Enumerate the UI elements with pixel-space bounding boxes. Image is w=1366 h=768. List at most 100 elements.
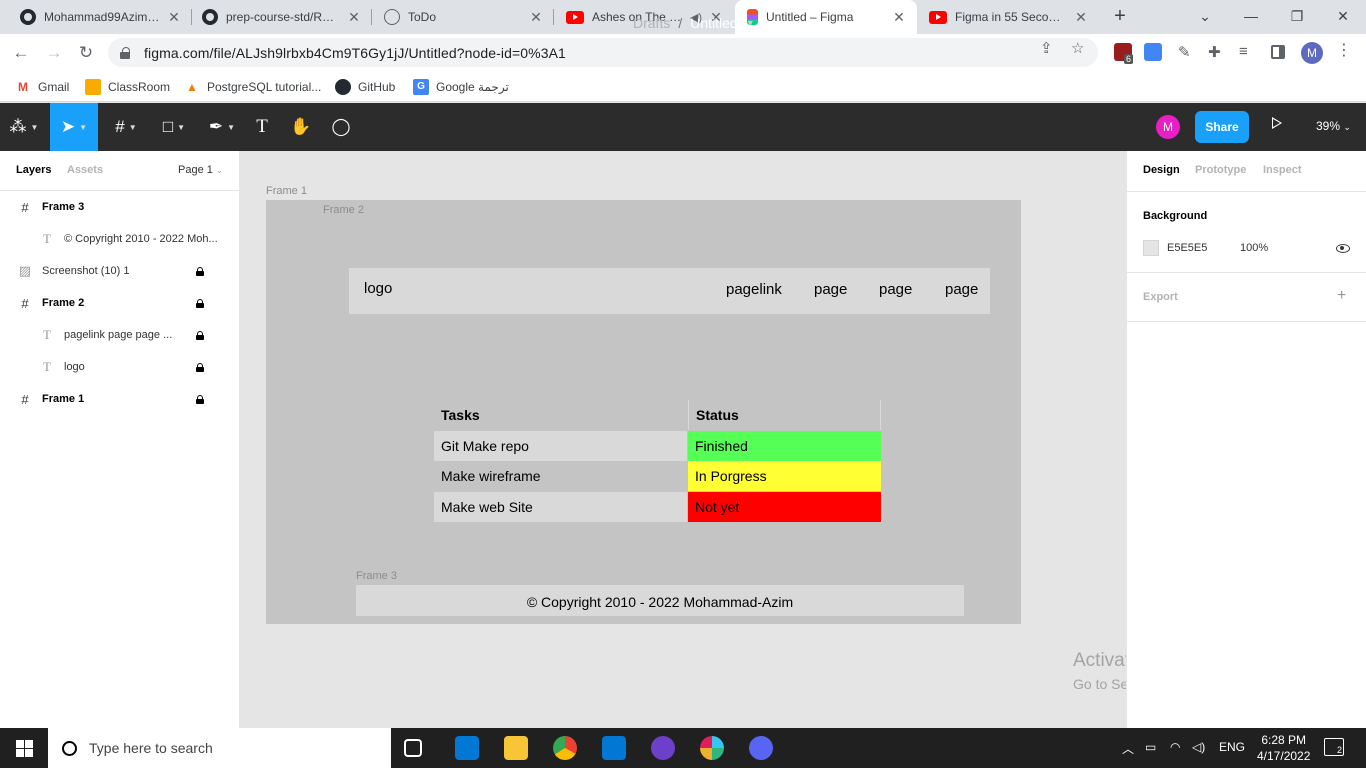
mail-app-icon[interactable] — [455, 736, 479, 760]
browser-tab-6[interactable]: Figma in 55 Seconds ✕ — [917, 0, 1099, 34]
frame-2-navbar[interactable]: logo pagelink page page page — [349, 268, 990, 314]
tab-layers[interactable]: Layers — [16, 164, 51, 176]
lock-icon[interactable] — [196, 298, 204, 308]
windows-start-icon[interactable] — [16, 740, 33, 757]
forward-arrow-icon[interactable]: → — [41, 40, 67, 66]
file-title[interactable]: Untitled — [690, 15, 737, 31]
lock-icon[interactable] — [196, 266, 204, 276]
breadcrumb-drafts[interactable]: Drafts — [633, 15, 670, 31]
browser-tab-3[interactable]: ToDo ✕ — [372, 0, 554, 34]
share-page-icon[interactable]: ⇪ — [1040, 39, 1053, 57]
browser-tab-1[interactable]: Mohammad99Azim/to ✕ — [8, 0, 192, 34]
collaborator-avatar[interactable]: M — [1156, 115, 1180, 139]
back-arrow-icon[interactable]: ← — [8, 40, 34, 66]
lock-icon[interactable] — [196, 330, 204, 340]
chrome-app-icon[interactable] — [553, 736, 577, 760]
browser-tab-5[interactable]: Untitled – Figma ✕ — [735, 0, 917, 34]
main-menu-button[interactable]: ⁂ ▼ — [0, 103, 48, 151]
share-button[interactable]: Share — [1195, 111, 1249, 143]
file-explorer-icon[interactable] — [504, 736, 528, 760]
task-view-icon[interactable] — [404, 739, 422, 757]
design-canvas[interactable]: Frame 1 Frame 2 logo pagelink page page … — [240, 151, 1294, 728]
chevron-up-icon[interactable]: ︿ — [1122, 740, 1134, 757]
page-selector[interactable]: Page 1 ⌄ — [178, 164, 223, 176]
close-icon[interactable]: ✕ — [891, 9, 907, 26]
add-export-plus-icon[interactable]: + — [1337, 287, 1346, 305]
new-tab-button[interactable]: + — [1108, 5, 1132, 29]
layer-row[interactable]: ▨ Screenshot (10) 1 — [0, 255, 240, 287]
layer-row[interactable]: # Frame 2 — [0, 287, 240, 319]
media-controls-icon[interactable]: ≡ — [1239, 43, 1257, 61]
battery-icon[interactable]: ▭ — [1145, 740, 1156, 754]
tab-search-icon[interactable]: ⌄ — [1182, 0, 1228, 34]
google-translate-extension-icon[interactable] — [1144, 43, 1162, 61]
layer-row[interactable]: T © Copyright 2010 - 2022 Moh... — [0, 223, 240, 255]
slack-app-icon[interactable] — [700, 736, 724, 760]
taskbar-search-box[interactable]: Type here to search — [48, 728, 391, 768]
frame-1[interactable]: Frame 2 logo pagelink page page page Tas… — [266, 200, 1021, 624]
figma-logo-icon: ⁂ — [9, 117, 27, 136]
zoom-level[interactable]: 39% ⌄ — [1316, 119, 1351, 133]
language-indicator[interactable]: ENG — [1219, 740, 1245, 754]
hand-tool-button[interactable]: ✋ — [286, 103, 316, 151]
vscode-app-icon[interactable] — [602, 736, 626, 760]
layer-row[interactable]: # Frame 1 — [0, 383, 240, 415]
bookmark-classroom[interactable]: ClassRoom — [85, 77, 170, 97]
browser-menu-icon[interactable]: ⋮ — [1336, 40, 1352, 60]
background-color-swatch[interactable] — [1143, 240, 1159, 256]
pen-tool-button[interactable]: ✒ ▼ — [200, 103, 244, 151]
bookmark-postgresql[interactable]: ▲ PostgreSQL tutorial... — [184, 77, 321, 97]
export-section: Export — [1127, 273, 1366, 322]
puzzle-extensions-icon[interactable]: ✚ — [1208, 43, 1226, 61]
side-panel-icon[interactable] — [1271, 45, 1285, 59]
restore-button[interactable]: ❐ — [1274, 0, 1320, 34]
chevron-down-icon[interactable]: ▼ — [746, 18, 755, 28]
github-desktop-icon[interactable] — [651, 736, 675, 760]
eyedropper-extension-icon[interactable]: ✎ — [1178, 43, 1196, 61]
export-heading[interactable]: Export — [1143, 291, 1178, 303]
layer-row[interactable]: T logo — [0, 351, 240, 383]
bookmark-google-translate[interactable]: G Google ترجمة — [413, 77, 509, 97]
lock-icon[interactable] — [120, 46, 130, 59]
layer-row[interactable]: # Frame 3 — [0, 191, 240, 223]
close-icon[interactable]: ✕ — [1073, 9, 1089, 26]
tab-design[interactable]: Design — [1143, 164, 1180, 176]
move-tool-button[interactable]: ➤ ▼ — [50, 103, 98, 151]
close-icon[interactable]: ✕ — [346, 9, 362, 26]
lock-icon[interactable] — [196, 362, 204, 372]
wifi-icon[interactable]: ◠ — [1170, 740, 1180, 754]
notification-center-icon[interactable]: 2 — [1324, 738, 1344, 756]
browser-tab-2[interactable]: prep-course-std/READ ✕ — [190, 0, 372, 34]
tab-prototype[interactable]: Prototype — [1195, 164, 1246, 176]
chevron-down-icon: ▼ — [128, 122, 137, 132]
close-icon[interactable]: ✕ — [166, 9, 182, 26]
background-opacity-input[interactable]: 100% — [1240, 242, 1268, 254]
bookmark-gmail[interactable]: M Gmail — [15, 77, 69, 97]
background-hex-input[interactable]: E5E5E5 — [1167, 242, 1207, 254]
address-bar[interactable]: figma.com/file/ALJsh9lrbxb4Cm9T6Gy1jJ/Un… — [108, 38, 1098, 67]
volume-icon[interactable]: ◁) — [1192, 740, 1205, 754]
profile-avatar[interactable]: M — [1301, 42, 1323, 64]
comment-tool-button[interactable]: ◯ — [326, 103, 356, 151]
lock-icon[interactable] — [196, 394, 204, 404]
reload-icon[interactable]: ↻ — [73, 40, 99, 66]
frame2-label[interactable]: Frame 2 — [323, 204, 364, 216]
layer-row[interactable]: T pagelink page page ... — [0, 319, 240, 351]
tab-inspect[interactable]: Inspect — [1263, 164, 1302, 176]
discord-app-icon[interactable] — [749, 736, 773, 760]
bookmark-star-icon[interactable]: ☆ — [1071, 39, 1084, 57]
shape-tool-button[interactable]: □ ▼ — [152, 103, 196, 151]
tab-assets[interactable]: Assets — [67, 164, 103, 176]
close-icon[interactable]: ✕ — [528, 9, 544, 26]
visibility-eye-icon[interactable] — [1336, 244, 1350, 253]
minimize-button[interactable]: — — [1228, 0, 1274, 34]
frame-tool-button[interactable]: # ▼ — [104, 103, 148, 151]
frame3-label[interactable]: Frame 3 — [356, 570, 397, 582]
frame1-label[interactable]: Frame 1 — [266, 185, 307, 197]
text-tool-button[interactable]: T — [248, 103, 276, 151]
close-window-button[interactable]: ✕ — [1320, 0, 1366, 34]
taskbar-clock[interactable]: 6:28 PM 4/17/2022 — [1257, 732, 1310, 764]
frame-3-footer[interactable]: © Copyright 2010 - 2022 Mohammad-Azim — [356, 585, 964, 616]
present-play-icon[interactable] — [1272, 117, 1282, 129]
bookmark-github[interactable]: GitHub — [335, 77, 395, 97]
